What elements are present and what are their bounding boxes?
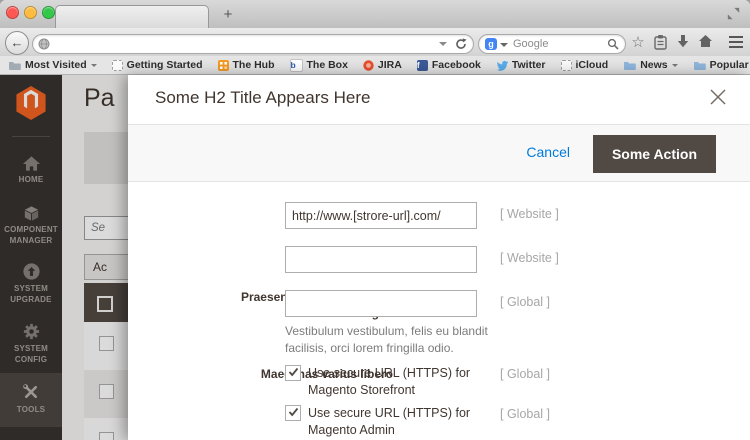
field-scope-note: [ Global ] [500,407,550,421]
zoom-window-button[interactable] [42,6,55,19]
url-bar[interactable] [32,34,474,54]
field-scope-note: [ Global ] [500,295,550,309]
admin-page: HOME COMPONENT MANAGER SYSTEM UPGRADE [0,75,750,440]
https-admin-checkbox[interactable] [285,405,301,421]
bookmarks-menu-icon[interactable] [653,34,668,50]
back-button[interactable]: ← [5,31,29,55]
checkmark-icon [288,367,299,377]
bookmark-most-visited[interactable]: Most Visited [8,59,97,71]
folder-icon [8,60,21,71]
modal-dialog: Some H2 Title Appears Here Cancel Some A… [128,75,750,440]
bookmark-label: News [640,59,667,71]
minimize-window-button[interactable] [24,6,37,19]
downloads-icon[interactable] [676,34,690,49]
bookmark-label: JIRA [378,59,402,71]
twitter-bird-icon [496,60,508,71]
field-scope-note: [ Website ] [500,251,559,265]
field-hint-text: Vestibulum vestibulum, felis eu blandit … [285,323,503,357]
bookmark-star-icon[interactable]: ☆ [628,33,648,53]
search-input[interactable]: Google [513,38,548,50]
default-favicon-icon [561,60,572,71]
some-action-button[interactable]: Some Action [593,135,716,173]
reload-icon[interactable] [455,38,467,50]
bookmark-label: The Box [307,59,348,71]
bookmarks-bar: Most Visited Getting Started The Hub b T… [0,56,750,75]
bookmark-twitter[interactable]: Twitter [496,59,546,71]
close-icon[interactable] [708,87,728,107]
bookmark-label: Getting Started [127,59,203,71]
secondary-url-input[interactable] [285,246,477,273]
blue-folder-icon [623,60,636,71]
hub-favicon-icon [218,60,229,71]
bookmark-label: Facebook [432,59,481,71]
chevron-down-icon [672,64,678,67]
bookmark-folder-popular[interactable]: Popular [693,59,750,71]
modal-title: Some H2 Title Appears Here [155,88,370,108]
bookmark-label: Most Visited [25,59,87,71]
https-storefront-checkbox[interactable] [285,365,301,381]
browser-window: + ← g Google [0,0,750,440]
google-engine-icon[interactable]: g [485,38,497,50]
url-input[interactable] [55,35,439,55]
default-favicon-icon [112,60,123,71]
fullscreen-icon[interactable] [727,7,740,20]
chevron-down-icon [91,64,97,67]
browser-tab[interactable] [55,5,209,29]
close-window-button[interactable] [6,6,19,19]
box-favicon-icon: b [290,59,303,72]
bookmark-getting-started[interactable]: Getting Started [112,59,203,71]
cancel-button[interactable]: Cancel [526,144,570,160]
bookmark-icloud[interactable]: iCloud [561,59,609,71]
encryption-key-input[interactable] [285,290,477,317]
url-history-dropdown-icon[interactable] [439,42,447,46]
bookmark-label: iCloud [576,59,609,71]
bookmark-label: Twitter [512,59,546,71]
facebook-icon: f [417,60,428,71]
navigation-toolbar: ← g Google ☆ [0,28,750,57]
bookmark-the-box[interactable]: b The Box [290,59,348,72]
bookmark-jira[interactable]: JIRA [363,59,402,71]
field-scope-note: [ Website ] [500,207,559,221]
bookmark-facebook[interactable]: f Facebook [417,59,481,71]
blue-folder-icon [693,60,706,71]
jira-favicon-icon [363,60,374,71]
bookmark-label: Popular [710,59,749,71]
globe-icon [38,38,50,50]
bookmark-the-hub[interactable]: The Hub [218,59,275,71]
search-bar[interactable]: g Google [478,34,626,54]
store-url-input[interactable] [285,202,477,229]
checkmark-icon [288,407,299,417]
home-icon[interactable] [698,34,713,48]
title-bar: + [0,0,750,29]
menu-icon[interactable] [726,33,746,53]
search-icon[interactable] [607,38,619,50]
new-tab-button[interactable]: + [218,5,238,25]
field-scope-note: [ Global ] [500,367,550,381]
search-engine-dropdown-icon[interactable] [500,43,508,47]
bookmark-folder-news[interactable]: News [623,59,677,71]
checkbox-label: Use secure URL (HTTPS) for Magento Admin [308,405,483,439]
modal-button-bar: Cancel Some Action [128,124,750,182]
checkbox-label: Use secure URL (HTTPS) for Magento Store… [308,365,483,399]
bookmark-label: The Hub [233,59,275,71]
